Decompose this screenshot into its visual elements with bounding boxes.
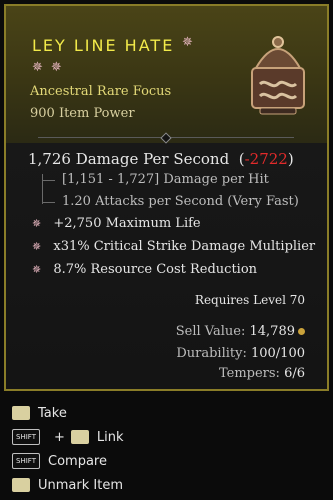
affix-row: ✵ x31% Critical Strike Damage Multiplier bbox=[32, 239, 316, 254]
item-name: LEY LINE HATE bbox=[32, 36, 175, 55]
item-header: LEY LINE HATE ✵ ✵✵ Ancestral Rare Focus … bbox=[6, 6, 327, 144]
level-requirement: Requires Level 70 bbox=[194, 293, 305, 307]
shift-key-icon: SHIFT bbox=[12, 429, 40, 445]
damage-per-hit: [1,151 - 1,727] Damage per Hit bbox=[62, 172, 269, 187]
affix-row: ✵ +2,750 Maximum Life bbox=[32, 216, 201, 231]
item-type: Ancestral Rare Focus bbox=[30, 84, 172, 99]
legendary-star-icon: ✵ bbox=[182, 35, 193, 50]
affix-row: ✵ 8.7% Resource Cost Reduction bbox=[32, 262, 258, 277]
dps-value: 1,726 Damage Per Second bbox=[28, 150, 230, 168]
action-link[interactable]: SHIFT + Link bbox=[12, 426, 322, 448]
focus-item-icon bbox=[251, 36, 305, 115]
section-divider bbox=[38, 132, 294, 144]
action-unmark-item[interactable]: Unmark Item bbox=[12, 474, 322, 496]
action-hints: Take SHIFT + Link SHIFT Compare Unmark I… bbox=[12, 402, 322, 498]
action-compare[interactable]: SHIFT Compare bbox=[12, 450, 322, 472]
affix-bullet-icon: ✵ bbox=[32, 217, 42, 230]
affix-bullet-icon: ✵ bbox=[32, 263, 42, 276]
durability-row: Durability: 100/100 bbox=[176, 346, 305, 361]
tempers-row: Tempers: 6/6 bbox=[218, 366, 305, 381]
shift-key-icon: SHIFT bbox=[12, 453, 40, 469]
action-take[interactable]: Take bbox=[12, 402, 322, 424]
affix-bullet-icon: ✵ bbox=[32, 240, 42, 253]
sell-value-row: Sell Value: 14,789 bbox=[176, 324, 305, 339]
attacks-per-second: 1.20 Attacks per Second (Very Fast) bbox=[62, 194, 299, 209]
item-tooltip-card: LEY LINE HATE ✵ ✵✵ Ancestral Rare Focus … bbox=[4, 4, 329, 391]
gold-coin-icon bbox=[298, 328, 305, 335]
dps-delta: -2722 bbox=[244, 150, 288, 168]
stat-tree-lines bbox=[42, 174, 57, 204]
item-power: 900 Item Power bbox=[30, 106, 135, 121]
mouse-click-icon bbox=[12, 478, 30, 492]
upgrade-stars: ✵✵ bbox=[32, 60, 70, 75]
mouse-click-icon bbox=[70, 430, 89, 444]
mouse-click-icon bbox=[12, 406, 30, 420]
dps-line: 1,726 Damage Per Second (-2722) bbox=[28, 150, 294, 168]
